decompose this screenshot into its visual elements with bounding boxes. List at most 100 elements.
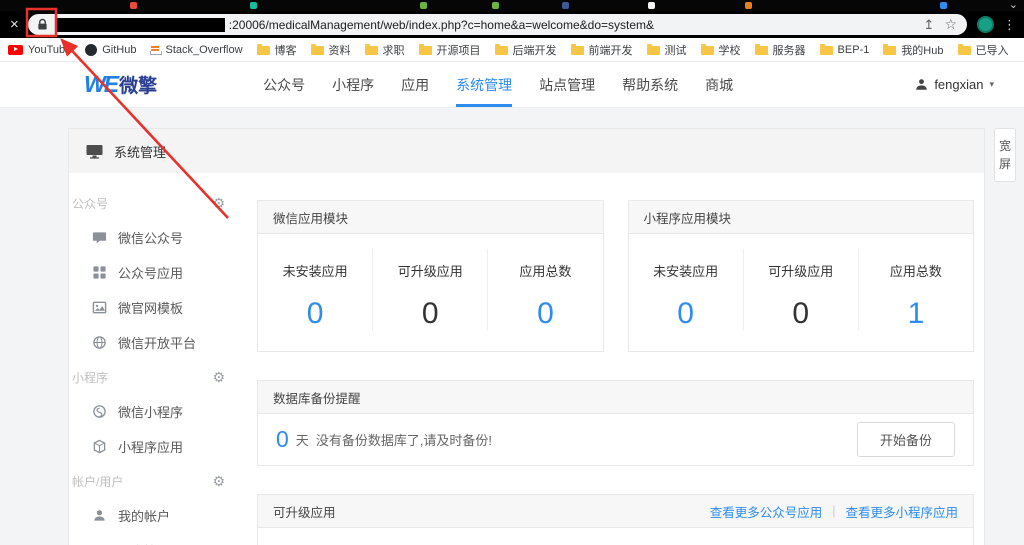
nav-item-help-system[interactable]: 帮助系统 <box>622 62 678 107</box>
template-icon <box>92 301 107 314</box>
sidebar-item-open-platform[interactable]: 微信开放平台 <box>69 325 235 360</box>
folder-icon <box>957 44 971 55</box>
stat-uninstalled: 未安装应用 0 <box>629 249 743 331</box>
caret-down-icon: ▾ <box>989 79 994 89</box>
gear-icon[interactable]: ⚙ <box>212 369 225 386</box>
bookmark-folder[interactable]: 求职 <box>364 42 405 58</box>
gear-icon[interactable]: ⚙ <box>212 473 225 490</box>
tab-favicon <box>492 2 499 9</box>
backup-unit: 天 <box>295 433 309 448</box>
folder-icon <box>310 44 324 55</box>
stat-total: 应用总数 0 <box>487 249 602 331</box>
more-miniprogram-apps-link[interactable]: 查看更多小程序应用 <box>845 502 958 521</box>
bookmark-folder[interactable]: 开源项目 <box>418 42 481 58</box>
wechat-module-card: 微信应用模块 未安装应用 0 可升级应用 0 应用总数 0 <box>257 200 604 352</box>
logo-text: 微擎 <box>119 76 158 97</box>
folder-icon <box>754 44 768 55</box>
bookmark-folder[interactable]: 学校 <box>700 42 741 58</box>
bookmark-folder[interactable]: 前端开发 <box>570 42 633 58</box>
card-header: 数据库备份提醒 <box>258 381 973 414</box>
folder-icon <box>494 44 508 55</box>
user-icon <box>915 78 928 91</box>
site-header: WE 微擎 公众号 小程序 应用 系统管理 站点管理 帮助系统 商城 fengx… <box>0 62 1024 108</box>
browser-menu-icon[interactable]: ⋮ <box>1003 17 1016 33</box>
sidebar-item-oa-apps[interactable]: 公众号应用 <box>69 255 235 290</box>
tab-favicon <box>130 2 137 9</box>
sidebar-item-miniprogram-apps[interactable]: 小程序应用 <box>69 429 235 464</box>
card-title: 微信应用模块 <box>273 211 349 226</box>
folder-icon <box>418 44 432 55</box>
lock-icon[interactable] <box>37 18 48 31</box>
card-header: 可升级应用 查看更多公众号应用 | 查看更多小程序应用 <box>258 495 973 528</box>
sidebar-item-user-management[interactable]: 用户管理 <box>69 533 235 545</box>
top-nav: 公众号 小程序 应用 系统管理 站点管理 帮助系统 商城 <box>263 62 733 107</box>
bookmark-star-icon[interactable]: ☆ <box>944 16 957 33</box>
nav-item-official-account[interactable]: 公众号 <box>263 62 305 107</box>
bookmark-folder[interactable]: BEP-1 <box>819 44 869 56</box>
share-icon[interactable]: ↥ <box>924 17 935 33</box>
folder-icon <box>364 44 378 55</box>
card-header: 小程序应用模块 <box>628 201 973 234</box>
sidebar-item-my-account[interactable]: 我的帐户 <box>69 498 235 533</box>
divider: | <box>832 504 836 518</box>
bookmark-folder[interactable]: 我的Hub <box>883 42 944 58</box>
address-bar[interactable]: :20006/medicalManagement/web/index.php?c… <box>27 14 967 35</box>
user-menu[interactable]: fengxian ▾ <box>915 62 994 107</box>
empty-state-text: 没有可升级的应用 <box>258 528 973 545</box>
close-icon[interactable]: × <box>10 17 19 32</box>
folder-icon <box>570 44 584 55</box>
tab-favicon <box>420 2 427 9</box>
stat-upgradable: 可升级应用 0 <box>742 249 858 331</box>
nav-item-apps[interactable]: 应用 <box>401 62 429 107</box>
gear-icon[interactable]: ⚙ <box>212 195 225 212</box>
panel-title: 系统管理 <box>114 144 167 160</box>
bookmark-folder[interactable]: 测试 <box>646 42 687 58</box>
sidebar-item-wechat-oa[interactable]: 微信公众号 <box>69 220 235 255</box>
person-icon <box>94 510 105 521</box>
backup-reminder-card: 数据库备份提醒 0 天 没有备份数据库了,请及时备份! 开始备份 <box>257 380 974 466</box>
bookmark-github[interactable]: GitHub <box>85 43 136 56</box>
nav-item-site-management[interactable]: 站点管理 <box>539 62 595 107</box>
sidebar-section-official-account: 公众号 ⚙ <box>72 194 225 212</box>
globe-icon <box>93 336 106 349</box>
box-icon <box>93 439 106 454</box>
start-backup-button[interactable]: 开始备份 <box>856 422 955 457</box>
card-title: 小程序应用模块 <box>643 211 732 226</box>
miniprogram-icon <box>93 405 106 418</box>
bookmark-stackoverflow[interactable]: Stack_Overflow <box>150 44 243 56</box>
bookmark-folder[interactable]: 已导入 <box>957 42 1009 58</box>
username: fengxian <box>934 77 984 92</box>
sidebar-section-miniprogram: 小程序 ⚙ <box>72 368 225 386</box>
nav-item-miniprogram[interactable]: 小程序 <box>332 62 374 107</box>
bookmark-folder[interactable]: 博客 <box>256 42 297 58</box>
more-oa-apps-link[interactable]: 查看更多公众号应用 <box>710 502 823 521</box>
stat-upgradable: 可升级应用 0 <box>372 249 487 331</box>
tab-favicon <box>940 2 947 9</box>
nav-item-system-management[interactable]: 系统管理 <box>456 62 513 107</box>
panel-title-bar: 系统管理 <box>69 129 984 173</box>
widescreen-toggle[interactable]: 宽屏 <box>994 128 1016 182</box>
system-management-panel: 系统管理 公众号 ⚙ 微信公众号 公众号应用 微官网模板 微信开放平台 小程序 … <box>68 128 985 545</box>
monitor-icon <box>86 144 103 159</box>
stat-value[interactable]: 0 <box>488 297 602 331</box>
stat-value[interactable]: 1 <box>859 297 973 331</box>
tab-favicon <box>648 2 655 9</box>
folder-icon <box>256 44 270 55</box>
weengine-logo[interactable]: WE 微擎 <box>84 62 157 107</box>
redacted-host <box>56 17 225 32</box>
stat-value[interactable]: 0 <box>258 297 372 331</box>
sidebar-section-accounts-users: 帐户/用户 ⚙ <box>72 472 225 490</box>
browser-profile-avatar[interactable] <box>977 16 994 33</box>
bookmark-folder[interactable]: 资料 <box>310 42 351 58</box>
sidebar-item-wechat-miniprogram[interactable]: 微信小程序 <box>69 394 235 429</box>
url-text[interactable]: :20006/medicalManagement/web/index.php?c… <box>229 18 914 32</box>
bookmark-folder[interactable]: 服务器 <box>754 42 806 58</box>
backup-days: 0 <box>276 426 289 452</box>
bookmark-youtube[interactable]: YouTube <box>8 44 71 56</box>
chevron-down-icon[interactable]: ⌄ <box>1009 0 1018 11</box>
sidebar-item-site-template[interactable]: 微官网模板 <box>69 290 235 325</box>
nav-item-mall[interactable]: 商城 <box>705 62 733 107</box>
stat-value[interactable]: 0 <box>629 297 743 331</box>
youtube-icon <box>8 44 23 55</box>
bookmark-folder[interactable]: 后端开发 <box>494 42 557 58</box>
